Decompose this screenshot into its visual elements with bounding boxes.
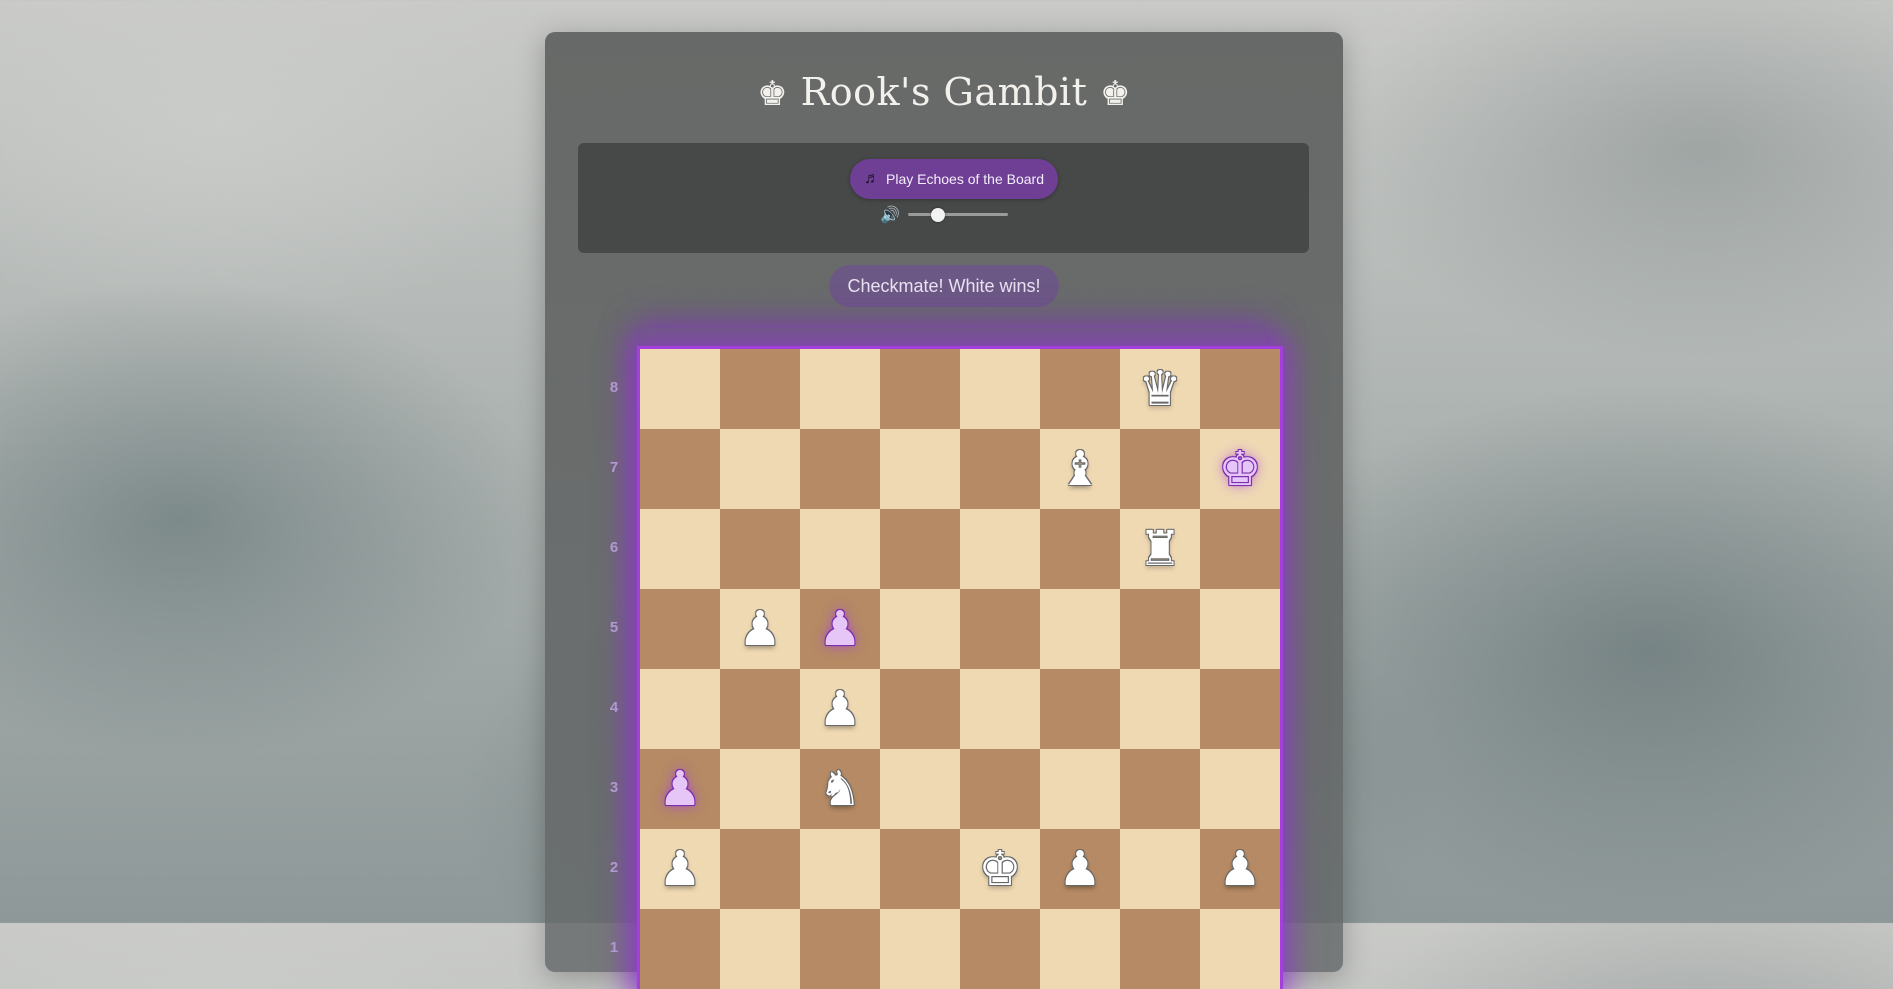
square-b8[interactable] [720, 349, 800, 429]
white-king-icon[interactable]: ♚ [978, 845, 1021, 893]
square-a8[interactable] [640, 349, 720, 429]
white-queen-icon[interactable]: ♛ [1138, 365, 1181, 413]
square-h2[interactable]: ♟ [1200, 829, 1280, 909]
speaker-icon[interactable]: 🔊 [880, 205, 900, 224]
square-e1[interactable] [960, 909, 1040, 989]
rank-label: 2 [609, 859, 619, 876]
rank-label: 5 [609, 619, 619, 636]
square-c6[interactable] [800, 509, 880, 589]
square-f5[interactable] [1040, 589, 1120, 669]
square-d1[interactable] [880, 909, 960, 989]
square-c8[interactable] [800, 349, 880, 429]
square-g6[interactable]: ♜ [1120, 509, 1200, 589]
square-d3[interactable] [880, 749, 960, 829]
white-pawn-icon[interactable]: ♟ [658, 845, 701, 893]
square-g1[interactable] [1120, 909, 1200, 989]
game-title: ♚ Rook's Gambit ♚ [545, 70, 1343, 114]
white-pawn-icon[interactable]: ♟ [738, 605, 781, 653]
square-f8[interactable] [1040, 349, 1120, 429]
square-c1[interactable] [800, 909, 880, 989]
square-d5[interactable] [880, 589, 960, 669]
square-f2[interactable]: ♟ [1040, 829, 1120, 909]
square-e3[interactable] [960, 749, 1040, 829]
square-b3[interactable] [720, 749, 800, 829]
white-pawn-icon[interactable]: ♟ [818, 685, 861, 733]
square-a6[interactable] [640, 509, 720, 589]
play-music-button[interactable]: ♬ Play Echoes of the Board [850, 159, 1058, 199]
play-music-label: Play Echoes of the Board [886, 171, 1044, 187]
square-a7[interactable] [640, 429, 720, 509]
volume-slider[interactable] [908, 208, 1008, 222]
black-pawn-icon[interactable]: ♟ [818, 605, 861, 653]
square-c7[interactable] [800, 429, 880, 509]
square-d4[interactable] [880, 669, 960, 749]
square-d6[interactable] [880, 509, 960, 589]
black-king-icon[interactable]: ♚ [1218, 445, 1261, 493]
square-d8[interactable] [880, 349, 960, 429]
square-h5[interactable] [1200, 589, 1280, 669]
square-f4[interactable] [1040, 669, 1120, 749]
square-b4[interactable] [720, 669, 800, 749]
white-pawn-icon[interactable]: ♟ [1058, 845, 1101, 893]
white-pawn-icon[interactable]: ♟ [1218, 845, 1261, 893]
square-f3[interactable] [1040, 749, 1120, 829]
square-g5[interactable] [1120, 589, 1200, 669]
square-f7[interactable]: ♝ [1040, 429, 1120, 509]
crown-icon: ♚ [1099, 74, 1131, 114]
volume-slider-thumb[interactable] [931, 208, 945, 222]
square-b1[interactable] [720, 909, 800, 989]
rank-label: 1 [609, 939, 619, 956]
square-g3[interactable] [1120, 749, 1200, 829]
rank-label: 7 [609, 459, 619, 476]
square-e6[interactable] [960, 509, 1040, 589]
square-e8[interactable] [960, 349, 1040, 429]
volume-control: 🔊 [578, 205, 1309, 225]
square-c3[interactable]: ♞ [800, 749, 880, 829]
square-g8[interactable]: ♛ [1120, 349, 1200, 429]
square-e4[interactable] [960, 669, 1040, 749]
square-h7[interactable]: ♚ [1200, 429, 1280, 509]
chess-board: ♛ ♝ ♚ ♜ ♟ ♟ ♟ ♟ ♞ ♟ ♚ ♟ ♟ [640, 349, 1280, 989]
square-h6[interactable] [1200, 509, 1280, 589]
square-a1[interactable] [640, 909, 720, 989]
square-a5[interactable] [640, 589, 720, 669]
square-b6[interactable] [720, 509, 800, 589]
square-h8[interactable] [1200, 349, 1280, 429]
square-c4[interactable]: ♟ [800, 669, 880, 749]
rank-label: 3 [609, 779, 619, 796]
crown-icon: ♚ [757, 74, 789, 114]
square-h1[interactable] [1200, 909, 1280, 989]
square-c2[interactable] [800, 829, 880, 909]
square-g7[interactable] [1120, 429, 1200, 509]
square-b7[interactable] [720, 429, 800, 509]
square-e5[interactable] [960, 589, 1040, 669]
square-a2[interactable]: ♟ [640, 829, 720, 909]
square-d2[interactable] [880, 829, 960, 909]
square-h4[interactable] [1200, 669, 1280, 749]
square-h3[interactable] [1200, 749, 1280, 829]
music-note-icon: ♬ [864, 170, 880, 187]
rank-label: 4 [609, 699, 619, 716]
game-status: Checkmate! White wins! [829, 265, 1059, 307]
rank-label: 6 [609, 539, 619, 556]
square-b5[interactable]: ♟ [720, 589, 800, 669]
rank-label: 8 [609, 379, 619, 396]
white-knight-icon[interactable]: ♞ [818, 765, 861, 813]
square-a3[interactable]: ♟ [640, 749, 720, 829]
black-pawn-icon[interactable]: ♟ [658, 765, 701, 813]
square-d7[interactable] [880, 429, 960, 509]
square-g4[interactable] [1120, 669, 1200, 749]
audio-controls: ♬ Play Echoes of the Board 🔊 [578, 143, 1309, 253]
title-text: Rook's Gambit [800, 70, 1088, 114]
square-f1[interactable] [1040, 909, 1120, 989]
square-g2[interactable] [1120, 829, 1200, 909]
square-b2[interactable] [720, 829, 800, 909]
white-bishop-icon[interactable]: ♝ [1058, 445, 1101, 493]
square-c5[interactable]: ♟ [800, 589, 880, 669]
square-e2[interactable]: ♚ [960, 829, 1040, 909]
square-e7[interactable] [960, 429, 1040, 509]
square-a4[interactable] [640, 669, 720, 749]
square-f6[interactable] [1040, 509, 1120, 589]
white-rook-icon[interactable]: ♜ [1138, 525, 1181, 573]
